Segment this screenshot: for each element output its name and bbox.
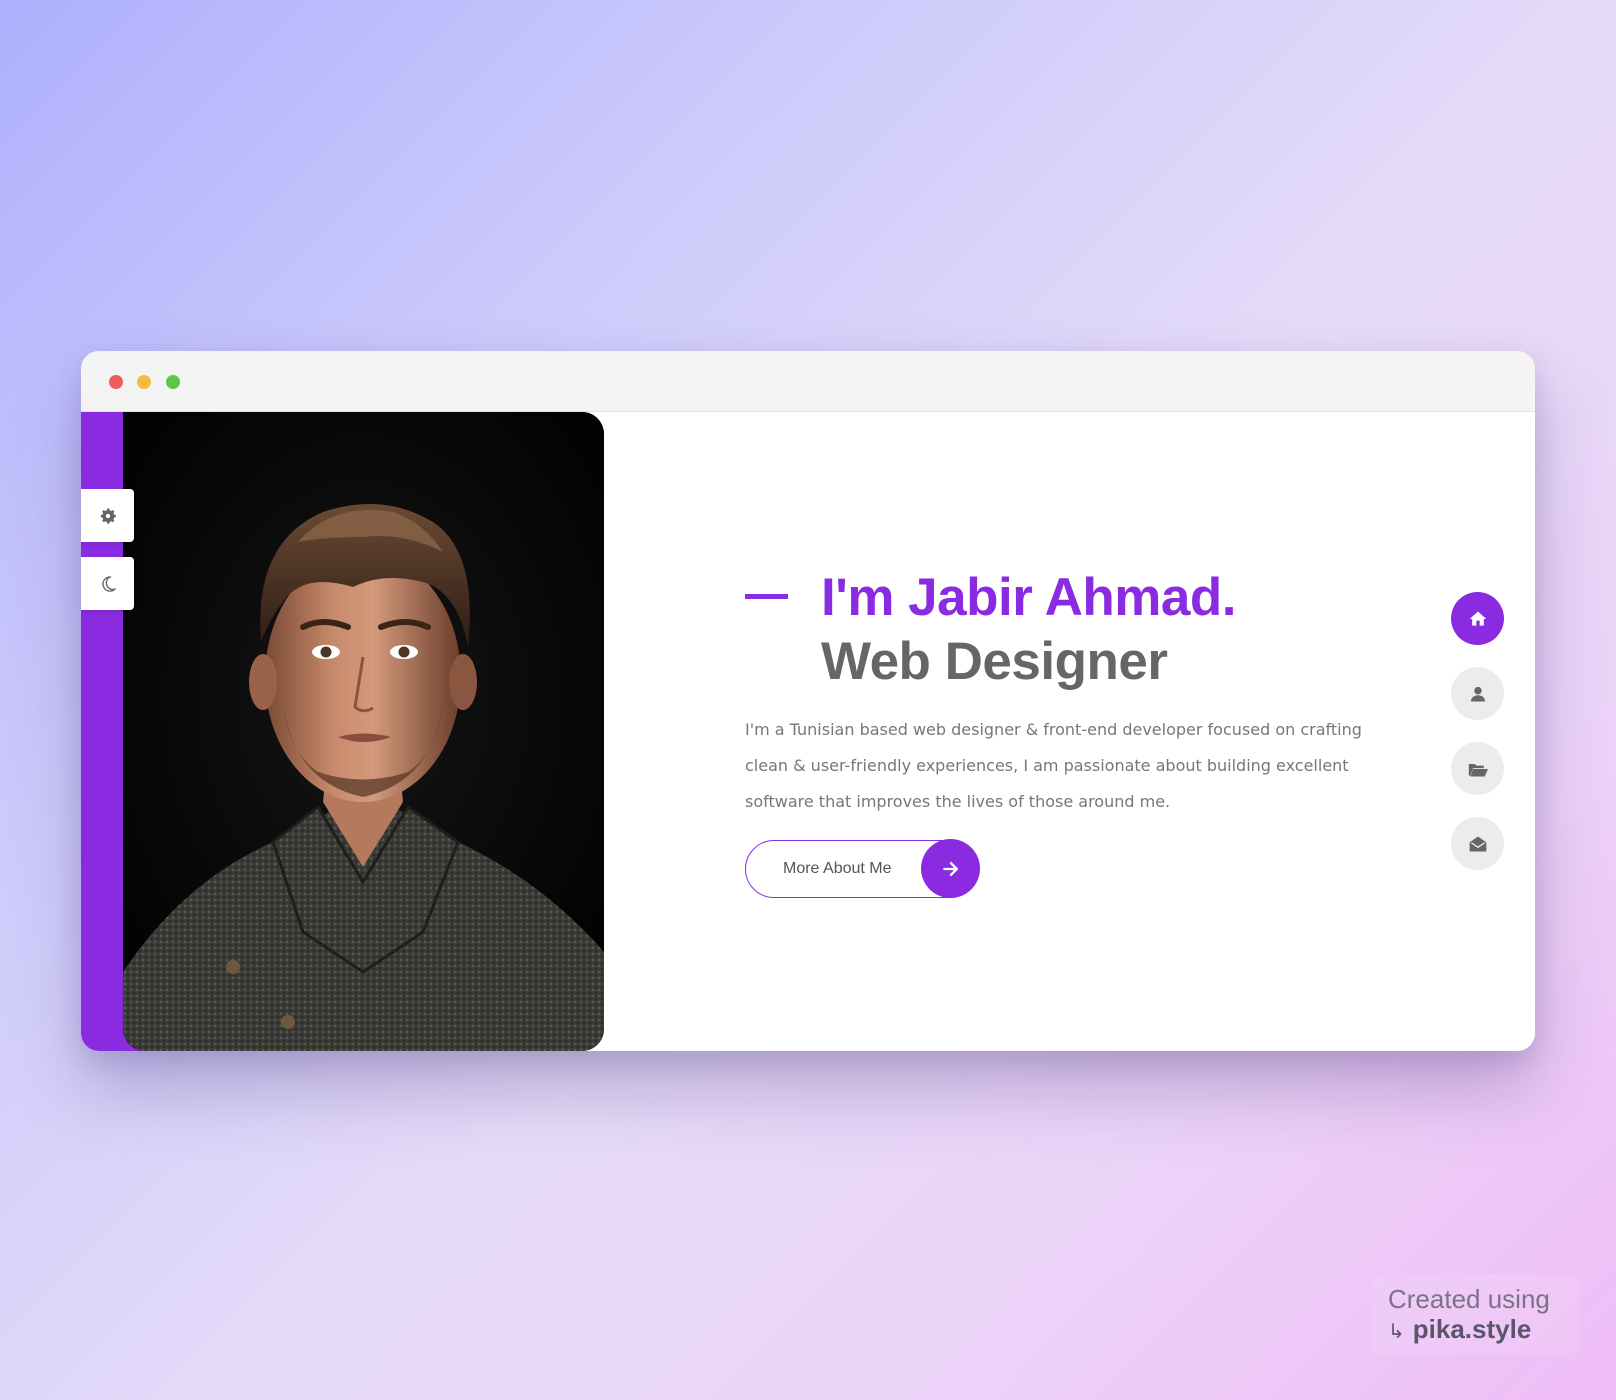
close-window-button[interactable]	[109, 375, 123, 389]
home-icon	[1469, 611, 1486, 626]
cta-arrow-circle[interactable]	[921, 839, 980, 898]
folder-open-icon	[1468, 763, 1488, 776]
nav-home-button[interactable]	[1451, 592, 1504, 645]
window-titlebar	[81, 351, 1535, 412]
user-icon	[1470, 686, 1485, 701]
gear-icon	[100, 508, 116, 524]
arrow-right-icon	[942, 861, 958, 876]
watermark-line2: pika.style	[1412, 1314, 1532, 1344]
minimize-window-button[interactable]	[137, 375, 151, 389]
browser-window: I'm Jabir Ahmad. Web Designer I'm a Tuni…	[81, 351, 1535, 1051]
dark-mode-toggle-button[interactable]	[81, 557, 134, 610]
maximize-window-button[interactable]	[166, 375, 180, 389]
more-about-me-label: More About Me	[783, 860, 892, 877]
watermark-line2-wrap: ↳ pika.style	[1388, 1314, 1531, 1345]
nav-contact-button[interactable]	[1451, 817, 1504, 870]
page-content: I'm Jabir Ahmad. Web Designer I'm a Tuni…	[81, 412, 1535, 1051]
nav-about-button[interactable]	[1451, 667, 1504, 720]
hero-role-heading: Web Designer	[821, 632, 1168, 691]
envelope-open-icon	[1469, 836, 1486, 851]
nav-portfolio-button[interactable]	[1451, 742, 1504, 795]
hero-name-heading: I'm Jabir Ahmad.	[821, 568, 1236, 627]
moon-icon	[101, 575, 116, 592]
profile-photo	[123, 412, 604, 1051]
return-arrow-icon: ↳	[1388, 1321, 1405, 1343]
heading-accent-line	[745, 594, 788, 599]
more-about-me-button[interactable]: More About Me	[745, 839, 980, 898]
hero-description: I'm a Tunisian based web designer & fron…	[745, 720, 1362, 811]
settings-toggle-button[interactable]	[81, 489, 134, 542]
watermark-line1: Created using	[1388, 1284, 1550, 1314]
pika-style-watermark: Created using ↳ pika.style	[1370, 1274, 1580, 1354]
